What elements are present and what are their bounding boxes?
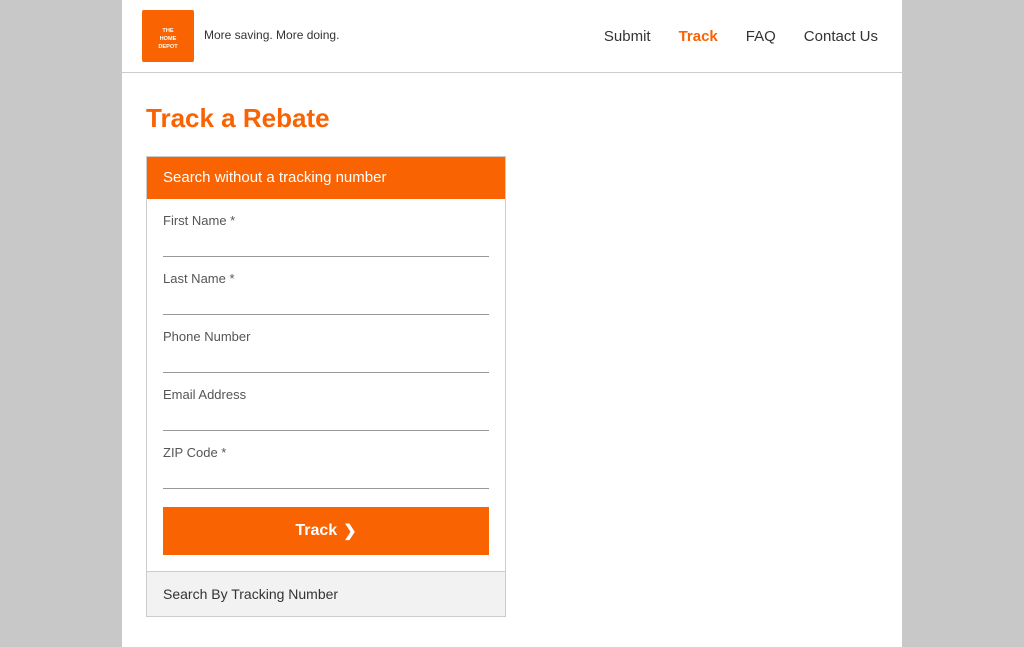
form-body: First Name * Last Name * Phone Number Em… <box>147 213 505 571</box>
phone-number-field: Phone Number <box>163 329 489 373</box>
svg-text:HOME: HOME <box>160 36 177 42</box>
phone-number-input[interactable] <box>163 348 489 373</box>
track-button[interactable]: Track ❯ <box>163 507 489 555</box>
last-name-field: Last Name * <box>163 271 489 315</box>
main-content: Track a Rebate Search without a tracking… <box>122 73 902 647</box>
page-title: Track a Rebate <box>146 103 878 134</box>
svg-text:THE: THE <box>162 28 173 34</box>
panel-header-text: Search without a tracking number <box>163 169 386 186</box>
alt-search-section[interactable]: Search By Tracking Number <box>147 571 505 616</box>
zip-code-input[interactable] <box>163 464 489 489</box>
chevron-right-icon: ❯ <box>343 521 356 541</box>
phone-number-label: Phone Number <box>163 329 489 344</box>
logo-tagline: More saving. More doing. <box>204 28 339 44</box>
email-address-label: Email Address <box>163 387 489 402</box>
home-depot-logo: THE HOME DEPOT <box>142 10 194 62</box>
nav-item-track[interactable]: Track <box>679 28 718 45</box>
header: THE HOME DEPOT More saving. More doing. … <box>122 0 902 73</box>
nav-item-submit[interactable]: Submit <box>604 28 651 45</box>
first-name-label: First Name * <box>163 213 489 228</box>
form-panel: Search without a tracking number First N… <box>146 156 506 617</box>
first-name-field: First Name * <box>163 213 489 257</box>
zip-code-field: ZIP Code * <box>163 445 489 489</box>
panel-header: Search without a tracking number <box>147 157 505 199</box>
page-wrapper: THE HOME DEPOT More saving. More doing. … <box>122 0 902 647</box>
main-nav: Submit Track FAQ Contact Us <box>604 28 878 45</box>
alt-search-label: Search By Tracking Number <box>163 586 338 602</box>
email-address-field: Email Address <box>163 387 489 431</box>
nav-item-faq[interactable]: FAQ <box>746 28 776 45</box>
email-address-input[interactable] <box>163 406 489 431</box>
first-name-input[interactable] <box>163 232 489 257</box>
track-button-label: Track <box>295 522 337 540</box>
tagline-text: More saving. More doing. <box>204 28 339 42</box>
svg-text:DEPOT: DEPOT <box>158 44 178 50</box>
zip-code-label: ZIP Code * <box>163 445 489 460</box>
nav-item-contact-us[interactable]: Contact Us <box>804 28 878 45</box>
last-name-label: Last Name * <box>163 271 489 286</box>
logo-area: THE HOME DEPOT More saving. More doing. <box>142 10 339 62</box>
last-name-input[interactable] <box>163 290 489 315</box>
